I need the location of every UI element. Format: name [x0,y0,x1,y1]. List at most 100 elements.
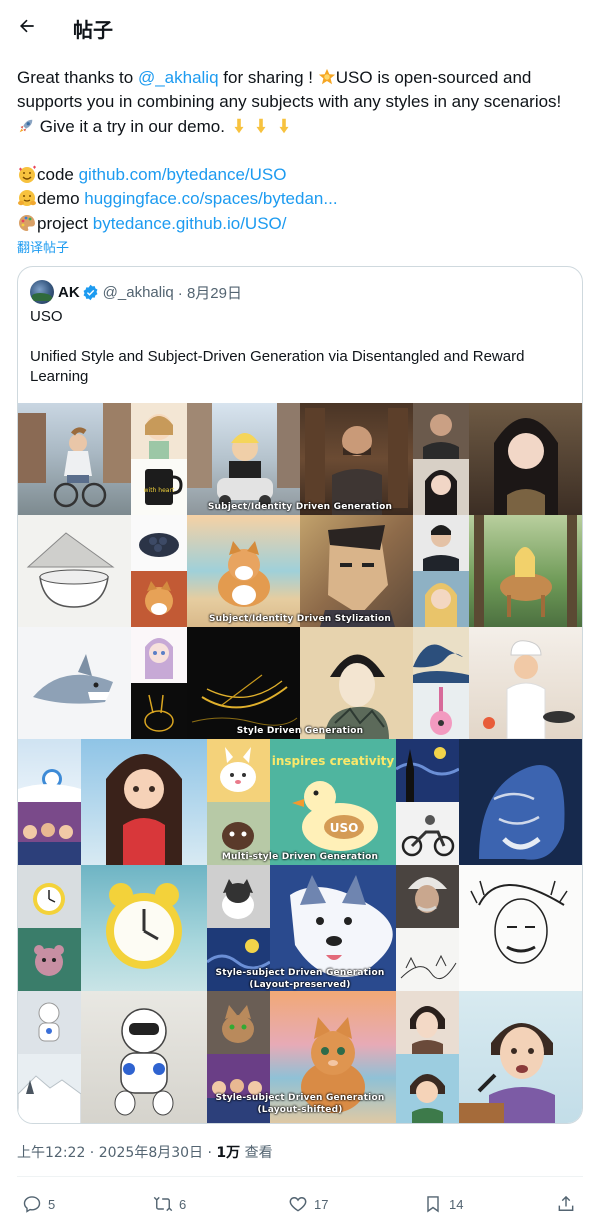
views-label: 查看 [240,1145,273,1161]
code-label: code [37,165,79,185]
star-icon [318,66,336,90]
bookmark-count: 14 [449,1196,464,1212]
quoted-post-header: AK @_akhaliq · 8月29日 [30,280,242,304]
top-bar: 帖子 [0,0,599,53]
share-button[interactable] [556,1194,582,1214]
image-tile-pink-guitar [413,683,469,739]
image-tile-snow-clock [18,739,81,802]
caption-subject-identity-stylization: Subject/Identity Driven Stylization [208,614,392,624]
image-tile-ukiyoe-woman [300,627,413,739]
quoted-post-text: USO Unified Style and Subject-Driven Gen… [30,307,570,387]
image-tile-gold-boat [187,627,300,739]
image-tile-mug: with heart [131,459,187,515]
image-tile-corgi-photo [131,571,187,627]
image-tile-gold-rabbit [131,683,187,739]
share-icon [558,1195,574,1211]
image-tile-cubist-man [300,515,413,627]
back-button[interactable] [16,15,38,37]
demo-link[interactable]: huggingface.co/spaces/bytedan... [84,189,337,208]
image-tile-corgi-beach [187,515,300,627]
caption-subject-identity-generation: Subject/Identity Driven Generation [207,502,393,512]
quoted-post-title: USO [30,308,63,325]
pointing-down-icon [275,115,293,139]
image-tile-shark-toy [18,627,131,739]
bookmark-icon [427,1196,439,1213]
divider [17,1176,583,1177]
code-link[interactable]: github.com/bytedance/USO [79,165,287,184]
post-text-segment: USO is open-sourced and [335,68,532,87]
image-tile-blonde-woman [413,571,469,627]
view-count: 1万 [216,1145,241,1161]
smiling-face-with-hearts-icon [17,163,37,187]
quoted-post-subtitle: Unified Style and Subject-Driven Generat… [30,348,525,385]
image-tile-woman-microphone [459,991,582,1123]
image-tile-man-suit [413,515,469,571]
mention-link[interactable]: @_akhaliq [138,68,219,87]
image-tile-chef [469,627,582,739]
repost-button[interactable]: 6 [153,1194,186,1214]
repost-count: 6 [179,1196,187,1212]
avatar[interactable] [30,280,54,304]
project-link[interactable]: bytedance.github.io/USO/ [93,214,287,233]
page-title: 帖子 [73,18,113,42]
quoted-author-handle[interactable]: @_akhaliq [103,284,174,301]
image-tile-collie-photo [207,865,270,928]
hugging-face-icon [17,187,37,211]
post-timestamp[interactable]: 上午12:22 · 2025年8月30日 · [17,1145,216,1161]
caption-style-driven-generation: Style Driven Generation [236,726,364,736]
demo-label: demo [37,189,85,209]
image-tile-cartoon-girl [131,403,187,459]
reply-count: 5 [48,1196,56,1212]
pointing-down-icon [252,115,270,139]
pointing-down-icon [230,115,248,139]
quoted-post-date: · 8月29日 [177,284,242,302]
post-text-segment: Great thanks to [17,68,138,87]
post-text-segment: Give it a try in our demo. [39,116,225,136]
caption-style-subject-generation-2: Style-subject Driven Generation [215,1093,385,1103]
like-button[interactable]: 17 [288,1194,328,1214]
image-tile-audrey-portrait [396,991,459,1054]
image-tile-bear-toy [18,928,81,991]
image-tile-mountain-bowl [18,515,131,627]
bookmark-button[interactable]: 14 [423,1194,463,1214]
image-tile-blueberries [131,515,187,571]
like-count: 17 [314,1196,329,1212]
reply-icon [23,1196,41,1213]
image-tile-animated-girl [81,739,207,865]
duck-headline-text: inspires creativity [272,754,395,768]
duck-name-text: USO [330,821,359,835]
repost-icon [153,1196,173,1212]
image-tile-street-cyclist [18,403,131,515]
image-tile-woman-long-hair [469,403,582,515]
caption-layout-shifted: (Layout-shifted) [257,1105,343,1115]
verified-badge-icon [83,284,98,300]
quoted-post-card[interactable]: AK @_akhaliq · 8月29日 USO Unified Style a… [17,266,583,1124]
post-text-segment: for sharing ! [218,68,318,87]
image-tile-man-library [300,403,413,515]
post-text-line: supports you in combining any subjects w… [17,92,562,112]
image-tile-snow-landscape [18,1054,81,1123]
translate-post-link[interactable]: 翻译帖子 [17,237,69,256]
image-tile-clock-photo [18,865,81,928]
image-tile-robot-photo [18,991,81,1054]
post-text: Great thanks to @_akhaliq for sharing ! … [17,66,587,236]
image-tile-crowd-kids [18,802,81,865]
image-tile-einstein-photo [396,865,459,928]
image-tile-kid-car [187,403,300,515]
image-tile-great-wave [413,627,469,683]
image-tile-starry-night [396,739,459,802]
caption-style-subject-generation-1: Style-subject Driven Generation [215,968,385,978]
image-tile-blue-portrait [459,739,582,865]
image-tile-anime-doll [131,627,187,683]
arrow-left-icon [20,19,34,33]
image-tile-woman-portrait [413,459,469,515]
image-tile-uso-duck: inspires creativity USO [270,739,396,865]
caption-multi-style-generation: Multi-style Driven Generation [221,852,379,862]
quoted-author-name[interactable]: AK [58,284,80,301]
rocket-icon [17,115,35,139]
artist-palette-icon [17,212,37,236]
quoted-post-image[interactable]: with heart inspires creativity USO Subje… [18,403,582,1123]
post-meta: 上午12:22 · 2025年8月30日 · 1万 查看 [17,1142,273,1162]
action-bar: 5 6 17 14 [0,1186,599,1222]
reply-button[interactable]: 5 [22,1194,55,1214]
